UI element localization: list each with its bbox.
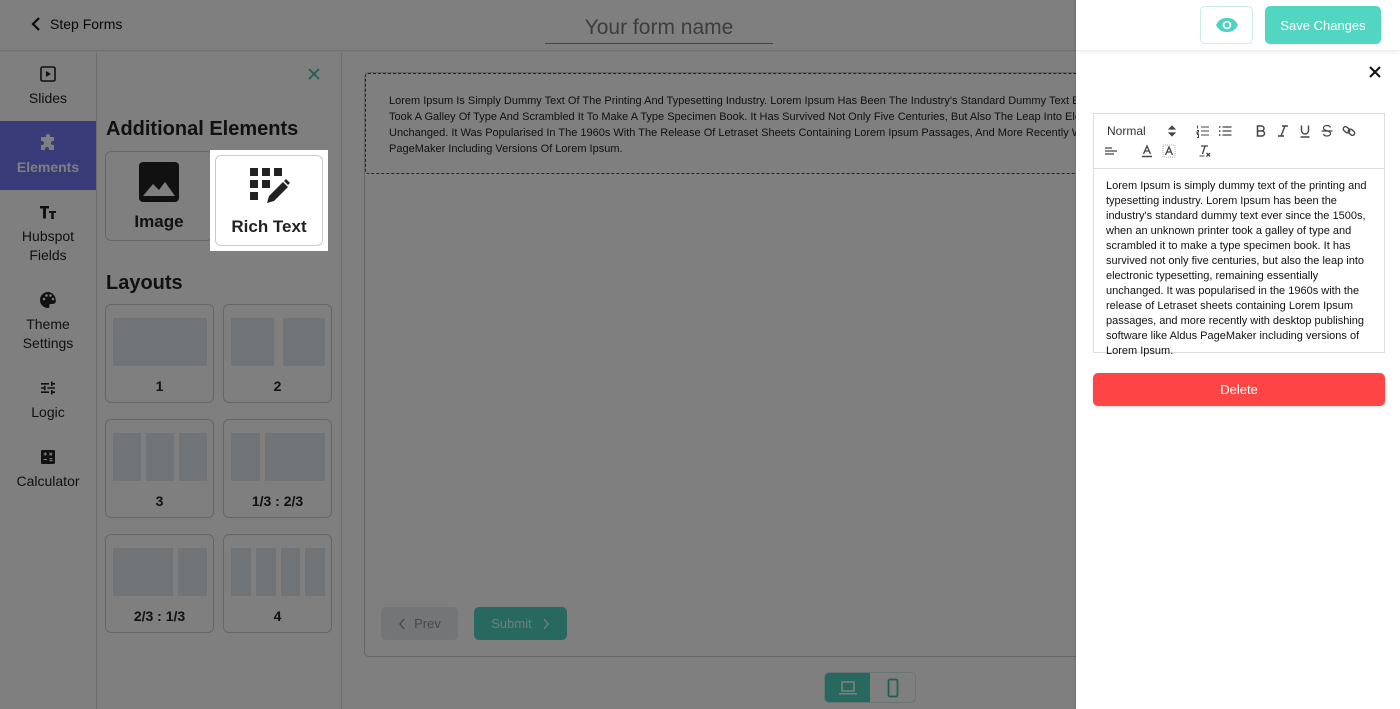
link-icon: [1342, 125, 1356, 137]
modal-backdrop[interactable]: [0, 0, 1076, 709]
editor-content[interactable]: Lorem Ipsum is simply dummy text of the …: [1094, 169, 1384, 369]
underline-button[interactable]: [1298, 124, 1312, 138]
header-format-select[interactable]: Normal: [1107, 124, 1179, 138]
background-color-button[interactable]: [1162, 144, 1176, 158]
bold-button[interactable]: [1254, 124, 1268, 138]
italic-button[interactable]: [1276, 124, 1290, 138]
highlighted-element: Rich Text: [210, 150, 328, 251]
link-button[interactable]: [1342, 124, 1356, 138]
select-arrows-icon: [1167, 125, 1177, 137]
delete-button[interactable]: Delete: [1093, 373, 1385, 406]
text-color-icon: [1142, 144, 1152, 158]
preview-button[interactable]: [1200, 6, 1253, 44]
editor-toolbar: Normal: [1094, 114, 1384, 169]
element-settings-drawer: Save Changes Normal Lorem Ipsum is simpl…: [1076, 0, 1400, 709]
rich-text-editor: Normal Lorem Ipsum is simply dummy text …: [1093, 113, 1385, 357]
align-button[interactable]: [1104, 144, 1118, 158]
save-changes-button[interactable]: Save Changes: [1265, 6, 1381, 44]
align-left-icon: [1105, 147, 1117, 155]
clear-format-icon: [1199, 145, 1211, 157]
ordered-list-icon: [1196, 125, 1209, 138]
drawer-header: Save Changes: [1076, 0, 1400, 51]
background-color-icon: [1162, 144, 1176, 158]
underline-icon: [1300, 125, 1310, 138]
header-format-value: Normal: [1107, 124, 1146, 138]
bold-icon: [1256, 125, 1266, 137]
bullet-list-button[interactable]: [1218, 124, 1232, 138]
element-card-rich-text[interactable]: Rich Text: [215, 155, 323, 246]
rich-text-icon: [250, 167, 290, 203]
element-label: Rich Text: [231, 216, 307, 236]
clear-format-button[interactable]: [1198, 144, 1212, 158]
italic-icon: [1278, 125, 1288, 137]
text-color-button[interactable]: [1140, 144, 1154, 158]
ordered-list-button[interactable]: [1196, 124, 1210, 138]
close-drawer-icon[interactable]: [1367, 64, 1383, 80]
eye-icon: [1215, 18, 1238, 32]
strike-button[interactable]: [1320, 124, 1334, 138]
bullet-list-icon: [1219, 126, 1232, 136]
strikethrough-icon: [1321, 124, 1333, 137]
